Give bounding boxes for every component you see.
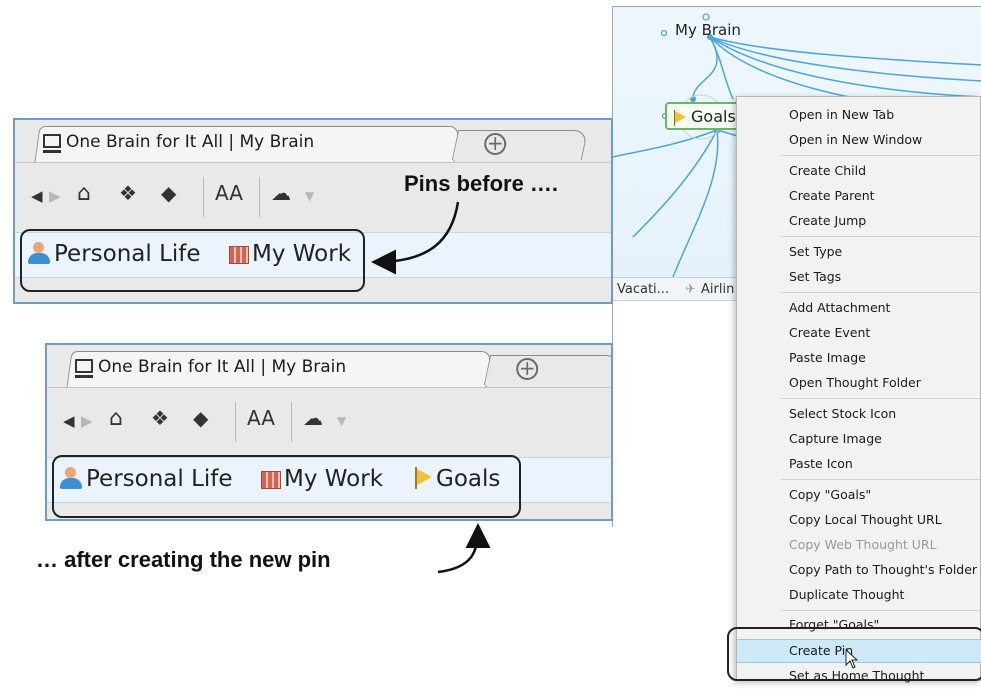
menu-create-child[interactable]: Create Child (737, 160, 981, 184)
font-size-icon[interactable]: AA (247, 406, 275, 430)
back-icon[interactable]: ◀ (63, 412, 75, 430)
home-icon[interactable]: ⌂ (77, 181, 91, 206)
toolbar: ◀ ▶ ⌂ ❖ ◆ AA ☁ ▼ (47, 387, 611, 457)
menu-copy-web-url: Copy Web Thought URL (789, 537, 937, 552)
toolbar-separator (291, 402, 292, 442)
back-icon[interactable]: ◀ (31, 187, 43, 205)
menu-separator (781, 292, 981, 293)
screen-icon (43, 134, 61, 153)
menu-copy-path[interactable]: Copy Path to Thought's Folder (737, 559, 981, 583)
home-icon[interactable]: ⌂ (109, 406, 123, 431)
thought-goals[interactable]: Goals (665, 102, 744, 130)
menu-separator (781, 610, 981, 611)
strip-item-vacation[interactable]: Vacati... (617, 282, 669, 297)
chevron-down-icon[interactable]: ▼ (337, 414, 346, 428)
menu-capture-image[interactable]: Capture Image (737, 428, 981, 452)
callout-pins-after (52, 455, 521, 518)
menu-open-thought-folder[interactable]: Open Thought Folder (737, 372, 981, 396)
menu-paste-icon[interactable]: Paste Icon (737, 453, 981, 477)
plus-icon: + (516, 356, 539, 380)
menu-create-parent[interactable]: Create Parent (737, 185, 981, 209)
menu-separator (781, 398, 981, 399)
menu-create-jump[interactable]: Create Jump (737, 210, 981, 234)
font-size-icon[interactable]: AA (215, 181, 243, 205)
screen-icon (75, 359, 93, 378)
menu-duplicate-thought[interactable]: Duplicate Thought (737, 584, 981, 608)
strip-item-airline[interactable]: Airlin (701, 282, 734, 297)
new-tab-button[interactable]: + (483, 355, 611, 385)
chevron-down-icon[interactable]: ▼ (305, 189, 314, 203)
menu-paste-image[interactable]: Paste Image (737, 347, 981, 371)
menu-open-new-tab[interactable]: Open in New Tab (737, 104, 981, 128)
menu-copy-goals[interactable]: Copy "Goals" (737, 484, 981, 508)
forward-icon[interactable]: ▶ (49, 187, 61, 205)
menu-separator (781, 236, 981, 237)
menu-separator (781, 155, 981, 156)
tag-icon[interactable]: ◆ (193, 406, 208, 430)
menu-copy-local-url[interactable]: Copy Local Thought URL (737, 509, 981, 533)
plus-icon: + (484, 131, 507, 155)
caption-before: Pins before …. (404, 171, 559, 196)
cloud-icon[interactable]: ☁ (271, 181, 291, 205)
menu-set-type[interactable]: Set Type (737, 241, 981, 265)
thought-goals-label: Goals (691, 107, 736, 126)
toolbar-separator (235, 402, 236, 442)
menu-select-stock-icon[interactable]: Select Stock Icon (737, 403, 981, 427)
toolbar-separator (259, 177, 260, 217)
menu-add-attachment[interactable]: Add Attachment (737, 297, 981, 321)
flag-icon (675, 111, 686, 123)
callout-pins-before (20, 229, 365, 292)
menu-separator (781, 479, 981, 480)
cloud-icon[interactable]: ☁ (303, 406, 323, 430)
caption-after: … after creating the new pin (36, 547, 331, 572)
menu-set-tags[interactable]: Set Tags (737, 266, 981, 290)
menu-create-event[interactable]: Create Event (737, 322, 981, 346)
toolbar-separator (203, 177, 204, 217)
forward-icon[interactable]: ▶ (81, 412, 93, 430)
map-icon[interactable]: ❖ (151, 406, 169, 430)
new-tab-button[interactable]: + (451, 130, 589, 160)
map-icon[interactable]: ❖ (119, 181, 137, 205)
callout-create-pin (727, 627, 981, 681)
airplane-icon: ✈ (685, 282, 696, 297)
tab-label: One Brain for It All | My Brain (43, 132, 314, 153)
tag-icon[interactable]: ◆ (161, 181, 176, 205)
thought-my-brain[interactable]: My Brain (675, 21, 741, 39)
menu-open-new-window[interactable]: Open in New Window (737, 129, 981, 153)
context-menu: Open in New Tab Open in New Window Creat… (736, 96, 981, 683)
tab-label: One Brain for It All | My Brain (75, 357, 346, 378)
